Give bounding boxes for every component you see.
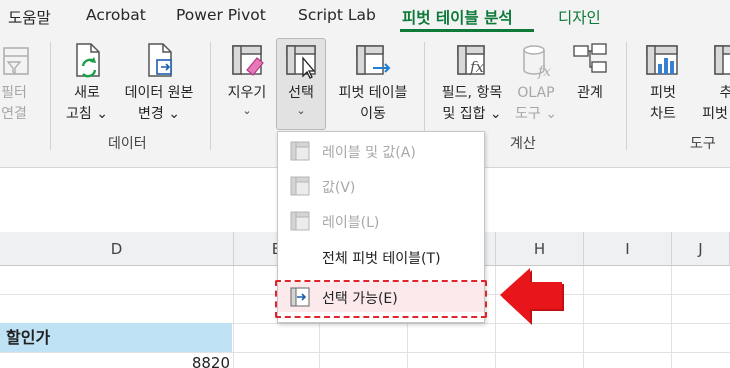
- column-header-d[interactable]: D: [0, 232, 234, 266]
- refresh-line2: 고침 ⌄: [66, 106, 108, 122]
- pivotchart-icon: [646, 45, 678, 75]
- clear-button[interactable]: 지우기 ⌄: [222, 40, 272, 118]
- ribbon-separator: [210, 42, 211, 150]
- select-label: 선택: [288, 85, 314, 101]
- cell-discount-price-header[interactable]: 할인가: [0, 323, 232, 352]
- svg-text:fx: fx: [537, 64, 551, 80]
- select-button[interactable]: 선택 ⌄: [276, 40, 326, 118]
- column-header-i[interactable]: I: [584, 232, 672, 266]
- grid-col-line: [671, 266, 672, 368]
- active-tab-underline: [400, 29, 534, 32]
- recommended-line2: 피벗: [702, 106, 728, 122]
- menu-item-label: 레이블 및 값(A): [322, 145, 416, 161]
- refresh-line1: 새로: [74, 85, 100, 101]
- pointer-arrow-icon: [500, 268, 564, 325]
- clear-label: 지우기: [227, 85, 267, 101]
- chevron-down-icon: ⌄: [296, 104, 306, 117]
- group-label-data: 데이터: [108, 136, 147, 152]
- menu-item-labels[interactable]: 레이블(L): [278, 206, 484, 236]
- recommended-line1: 추: [719, 85, 730, 101]
- fields-items-sets-line1: 필드, 항목: [441, 85, 503, 101]
- tab-design[interactable]: 디자인: [558, 6, 601, 28]
- tab-pivottable-analyze[interactable]: 피벗 테이블 분석: [402, 6, 513, 28]
- filter-connections-line1: 필터: [1, 85, 27, 101]
- svg-text:fx: fx: [469, 58, 485, 76]
- relationships-button[interactable]: 관계: [566, 40, 614, 104]
- fields-items-sets-button[interactable]: fx 필드, 항목 및 집합 ⌄: [434, 40, 510, 125]
- olap-tools-icon: fx: [523, 45, 551, 80]
- column-header-j[interactable]: J: [672, 232, 730, 266]
- recommended-pivottables-button[interactable]: 추 피벗: [692, 40, 730, 125]
- filter-connections-icon: [3, 47, 29, 75]
- highlight-box: [275, 280, 487, 318]
- group-label-calculations: 계산: [510, 136, 536, 152]
- chevron-down-icon: ⌄: [242, 104, 252, 117]
- menu-item-labels-and-values[interactable]: 레이블 및 값(A): [278, 136, 484, 166]
- change-data-source-line2: 변경 ⌄: [138, 106, 180, 122]
- ribbon-tab-bar: 도움말 Acrobat Power Pivot Script Lab 피벗 테이…: [0, 0, 730, 34]
- cell-value[interactable]: 8820: [0, 352, 230, 368]
- tab-power-pivot[interactable]: Power Pivot: [176, 6, 266, 24]
- tab-help[interactable]: 도움말: [8, 6, 51, 28]
- refresh-button[interactable]: 새로 고침 ⌄: [62, 40, 112, 125]
- grid-col-line: [583, 266, 584, 368]
- relationships-label: 관계: [577, 85, 603, 101]
- menu-item-label: 값(V): [322, 180, 356, 196]
- refresh-icon: [76, 43, 100, 78]
- menu-item-values[interactable]: 값(V): [278, 171, 484, 201]
- pivotchart-line1: 피벗: [650, 85, 676, 101]
- pivot-table-icon: [290, 141, 310, 161]
- group-label-tools: 도구: [690, 136, 716, 152]
- column-header-h[interactable]: H: [496, 232, 584, 266]
- tab-script-lab[interactable]: Script Lab: [298, 6, 376, 24]
- grid-col-line: [233, 266, 234, 368]
- olap-tools-button[interactable]: fx OLAP 도구 ⌄: [512, 40, 560, 125]
- grid-col-line: [495, 266, 496, 368]
- change-data-source-line1: 데이터 원본: [124, 85, 194, 101]
- ribbon-separator: [626, 42, 627, 150]
- move-pivottable-line2: 이동: [360, 106, 386, 122]
- fields-items-sets-icon: fx: [457, 45, 485, 76]
- move-pivottable-line1: 피벗 테이블: [338, 85, 408, 101]
- filter-connections-button[interactable]: 필터 연결: [0, 40, 34, 125]
- relationships-icon: [573, 43, 607, 73]
- move-pivottable-icon: [356, 45, 391, 75]
- menu-item-label: 전체 피벗 테이블(T): [322, 251, 441, 267]
- ribbon-separator: [50, 42, 51, 150]
- pivot-table-icon: [290, 176, 310, 196]
- change-data-source-icon: [148, 43, 172, 77]
- menu-item-entire-pivottable[interactable]: 전체 피벗 테이블(T): [278, 242, 484, 272]
- olap-tools-line1: OLAP: [517, 85, 555, 101]
- fields-items-sets-line2: 및 집합 ⌄: [442, 106, 502, 122]
- clear-icon: [232, 45, 264, 76]
- pivotchart-line2: 차트: [650, 106, 676, 122]
- olap-tools-line2: 도구 ⌄: [515, 106, 557, 122]
- menu-item-label: 레이블(L): [322, 215, 380, 231]
- pivotchart-button[interactable]: 피벗 차트: [640, 40, 686, 125]
- move-pivottable-button[interactable]: 피벗 테이블 이동: [330, 40, 416, 125]
- tab-acrobat[interactable]: Acrobat: [86, 6, 146, 24]
- select-icon: [286, 45, 316, 79]
- filter-connections-line2: 연결: [1, 106, 27, 122]
- change-data-source-button[interactable]: 데이터 원본 변경 ⌄: [116, 40, 202, 125]
- recommended-pivottables-icon: [714, 45, 730, 75]
- pivot-table-icon: [290, 211, 310, 231]
